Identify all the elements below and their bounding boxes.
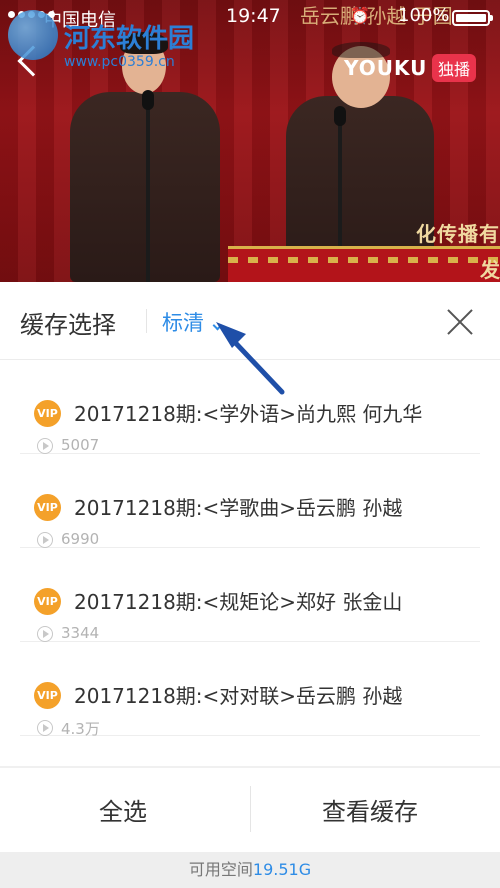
vip-badge: VIP xyxy=(34,400,61,427)
episode-list[interactable]: VIP 20171218期:<学外语>尚九熙 何九华 5007 VIP 2017… xyxy=(0,360,500,766)
play-count: 3344 xyxy=(61,624,100,642)
panel-title: 缓存选择 xyxy=(20,311,116,339)
quality-selector[interactable]: 标清 xyxy=(162,307,223,337)
battery-icon xyxy=(452,10,493,26)
mic-left xyxy=(142,90,154,110)
youku-logo: YOUKU xyxy=(344,56,428,80)
storage-info: 可用空间19.51G xyxy=(0,852,500,888)
watermark-url: www.pc0359.cn xyxy=(64,54,175,70)
bottom-action-bar: 全选 查看缓存 xyxy=(0,768,500,852)
list-item[interactable]: VIP 20171218期:<学歌曲>岳云鹏 孙越 6990 xyxy=(20,454,480,548)
exclusive-badge: 独播 xyxy=(432,54,477,82)
battery-percentage: 100% xyxy=(398,5,450,26)
list-item[interactable]: VIP 20171218期:<学外语>尚九熙 何九华 5007 xyxy=(20,360,480,454)
episode-title: 20171218期:<学歌曲>岳云鹏 孙越 xyxy=(74,496,403,520)
storage-value: 19.51G xyxy=(252,860,312,879)
stage-table xyxy=(228,246,500,282)
bottom-divider xyxy=(250,786,251,832)
play-count-icon xyxy=(37,438,53,454)
play-count-icon xyxy=(37,532,53,548)
select-all-button[interactable]: 全选 xyxy=(99,792,147,827)
list-item[interactable]: VIP 20171218期:<规矩论>郑好 张金山 3344 xyxy=(20,548,480,642)
episode-title: 20171218期:<对对联>岳云鹏 孙越 xyxy=(74,684,403,708)
play-count: 4.3万 xyxy=(61,720,100,738)
play-count-icon xyxy=(37,626,53,642)
play-count: 5007 xyxy=(61,436,100,454)
episode-title: 20171218期:<学外语>尚九熙 何九华 xyxy=(74,402,423,426)
status-time: 19:47 xyxy=(226,5,281,27)
mic-right xyxy=(334,106,346,126)
watermark-title: 河东软件园 xyxy=(64,24,195,54)
vip-badge: VIP xyxy=(34,494,61,521)
chevron-down-icon xyxy=(212,320,223,330)
stage-banner: 化传播有 xyxy=(416,222,500,246)
mic-stand-left xyxy=(146,100,150,282)
storage-label: 可用空间 xyxy=(188,860,253,879)
watermark-logo-icon xyxy=(8,10,58,60)
header-divider xyxy=(146,309,147,333)
vip-badge: VIP xyxy=(34,588,61,615)
quality-label: 标清 xyxy=(162,311,204,335)
vip-badge: VIP xyxy=(34,682,61,709)
play-count-icon xyxy=(37,720,53,736)
episode-title: 20171218期:<规矩论>郑好 张金山 xyxy=(74,590,403,614)
list-item[interactable]: VIP 20171218期:<对对联>岳云鹏 孙越 4.3万 xyxy=(20,642,480,738)
cache-panel-header: 缓存选择 标清 xyxy=(0,282,500,360)
play-count: 6990 xyxy=(61,530,100,548)
stage-banner-second-line: 发 xyxy=(480,258,500,282)
alarm-icon: ⏰ xyxy=(350,6,370,25)
video-player[interactable]: 岳云鹏 孙越 于国 化传播有 发 YOUKU 独播 中国电信 19:47 ⏰ 1… xyxy=(0,0,500,282)
close-icon[interactable] xyxy=(446,308,474,336)
view-cache-button[interactable]: 查看缓存 xyxy=(322,792,418,827)
